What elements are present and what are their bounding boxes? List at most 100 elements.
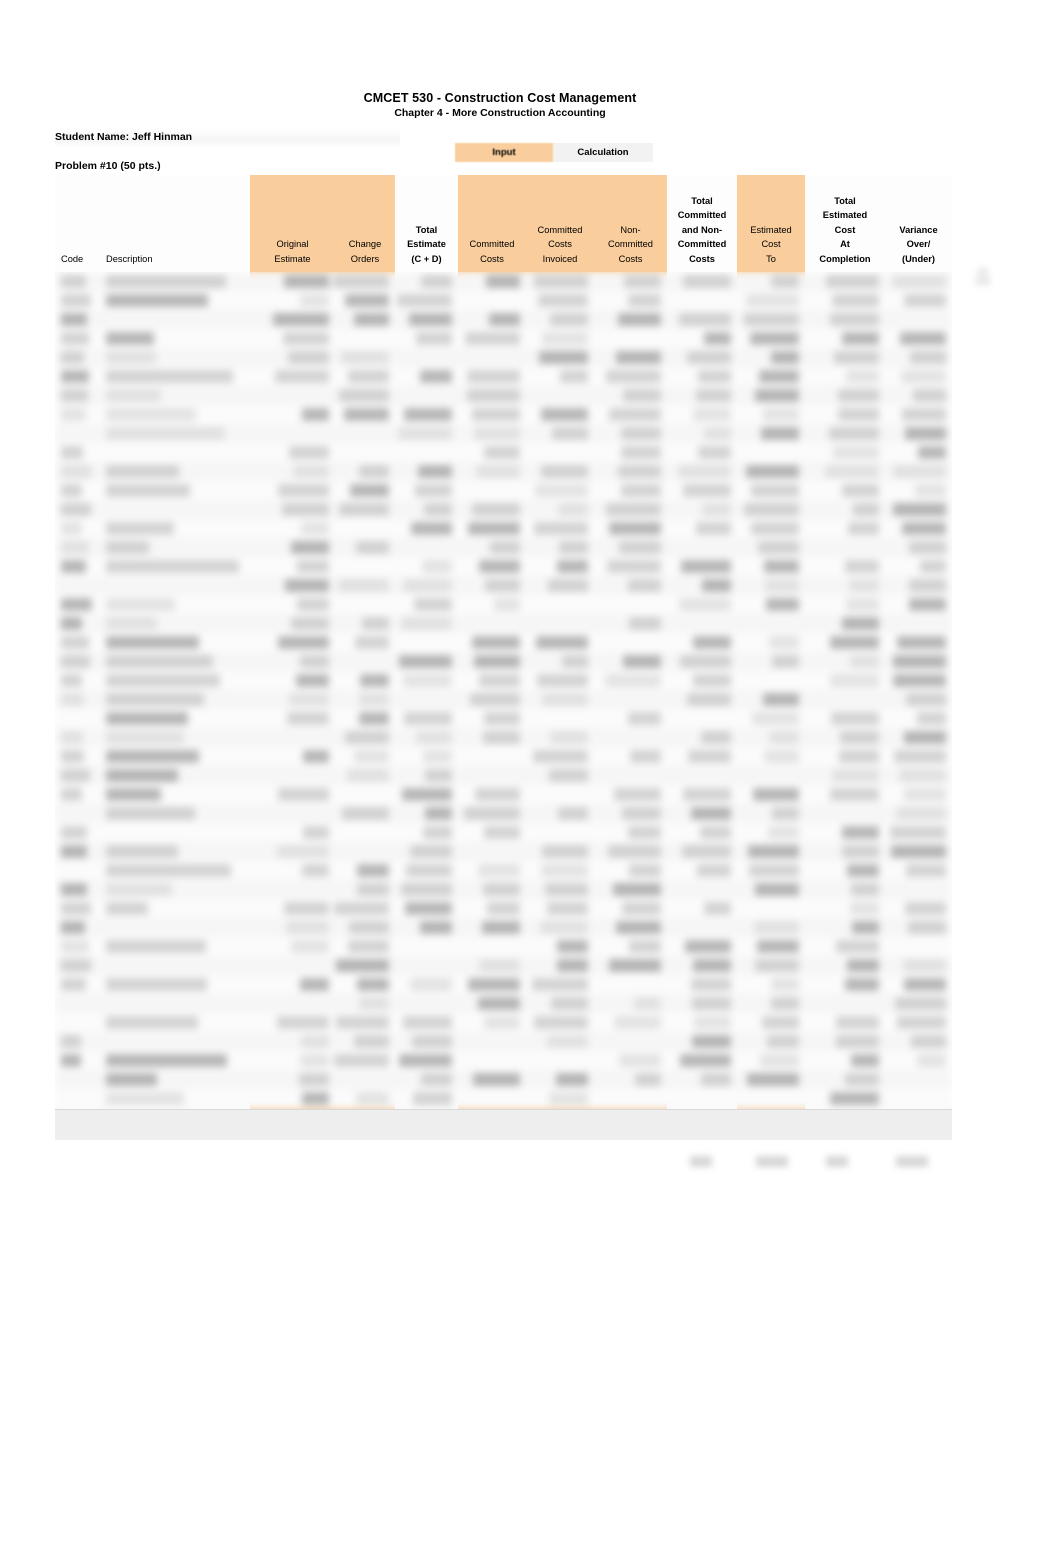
table-cell-non_committed[interactable] <box>613 883 661 896</box>
table-cell-estimated_cost_to[interactable] <box>765 579 799 592</box>
table-cell-original_estimate[interactable] <box>301 1092 329 1105</box>
table-cell-committed_invoiced[interactable] <box>541 845 588 858</box>
table-cell-variance[interactable] <box>892 275 946 288</box>
table-row[interactable] <box>55 1032 952 1052</box>
table-cell-code[interactable] <box>61 484 83 497</box>
table-cell-total_at_complete[interactable] <box>832 446 879 459</box>
table-cell-total_committed[interactable] <box>703 427 731 440</box>
table-row[interactable] <box>55 310 952 330</box>
table-cell-estimated_cost_to[interactable] <box>753 921 799 934</box>
table-cell-original_estimate[interactable] <box>288 446 329 459</box>
table-cell-total_at_complete[interactable] <box>836 1035 879 1048</box>
table-cell-committed_costs[interactable] <box>483 826 520 839</box>
table-cell-committed_costs[interactable] <box>467 978 520 991</box>
table-cell-total_committed[interactable] <box>680 1054 731 1067</box>
table-cell-total_committed[interactable] <box>694 1016 731 1029</box>
table-cell-code[interactable] <box>61 883 87 896</box>
table-cell-variance[interactable] <box>893 465 946 478</box>
table-cell-description[interactable] <box>106 750 199 763</box>
table-cell-total_at_complete[interactable] <box>834 351 879 364</box>
table-cell-total_at_complete[interactable] <box>829 427 879 440</box>
table-cell-original_estimate[interactable] <box>275 370 329 383</box>
table-cell-change_orders[interactable] <box>334 1054 389 1067</box>
table-cell-change_orders[interactable] <box>346 769 389 782</box>
table-cell-variance[interactable] <box>912 389 946 402</box>
table-cell-total_committed[interactable] <box>681 560 731 573</box>
table-cell-total_committed[interactable] <box>678 313 731 326</box>
table-cell-change_orders[interactable] <box>360 674 389 687</box>
table-cell-committed_invoiced[interactable] <box>549 1092 588 1105</box>
table-cell-committed_costs[interactable] <box>479 674 520 687</box>
table-cell-total_estimate[interactable] <box>409 978 452 991</box>
table-cell-original_estimate[interactable] <box>296 598 329 611</box>
table-cell-committed_costs[interactable] <box>467 522 520 535</box>
table-cell-description[interactable] <box>106 275 227 288</box>
table-cell-estimated_cost_to[interactable] <box>750 484 799 497</box>
table-cell-total_at_complete[interactable] <box>845 560 879 573</box>
table-cell-variance[interactable] <box>903 959 946 972</box>
table-row[interactable] <box>55 424 952 444</box>
table-cell-code[interactable] <box>61 503 92 516</box>
table-cell-original_estimate[interactable] <box>276 1016 329 1029</box>
table-cell-change_orders[interactable] <box>338 389 389 402</box>
table-cell-description[interactable] <box>106 902 148 915</box>
table-cell-total_estimate[interactable] <box>408 313 452 326</box>
table-cell-total_estimate[interactable] <box>410 845 452 858</box>
table-cell-code[interactable] <box>61 674 83 687</box>
table-cell-committed_invoiced[interactable] <box>536 674 588 687</box>
table-cell-total_at_complete[interactable] <box>847 959 879 972</box>
table-cell-variance[interactable] <box>904 902 946 915</box>
table-cell-committed_invoiced[interactable] <box>541 864 588 877</box>
table-cell-total_estimate[interactable] <box>403 712 452 725</box>
table-cell-total_at_complete[interactable] <box>829 674 879 687</box>
table-cell-variance[interactable] <box>911 1035 946 1048</box>
table-cell-committed_costs[interactable] <box>493 598 520 611</box>
table-cell-code[interactable] <box>61 617 83 630</box>
table-row[interactable] <box>55 329 952 349</box>
table-cell-original_estimate[interactable] <box>299 1073 329 1086</box>
cost-control-worksheet[interactable]: Code Description Original Estimate Change Ord… <box>55 175 952 1140</box>
table-cell-estimated_cost_to[interactable] <box>762 408 799 421</box>
table-cell-non_committed[interactable] <box>623 655 661 668</box>
table-cell-estimated_cost_to[interactable] <box>759 1054 799 1067</box>
table-cell-estimated_cost_to[interactable] <box>772 655 799 668</box>
table-cell-description[interactable] <box>106 731 184 744</box>
table-cell-estimated_cost_to[interactable] <box>770 997 799 1010</box>
table-cell-code[interactable] <box>61 845 88 858</box>
table-cell-non_committed[interactable] <box>629 750 661 763</box>
table-cell-variance[interactable] <box>900 332 946 345</box>
table-cell-variance[interactable] <box>919 560 946 573</box>
table-cell-non_committed[interactable] <box>629 864 661 877</box>
table-cell-description[interactable] <box>106 636 199 649</box>
table-row[interactable] <box>55 1089 952 1109</box>
table-cell-non_committed[interactable] <box>615 351 661 364</box>
table-cell-committed_invoiced[interactable] <box>532 750 588 763</box>
table-cell-estimated_cost_to[interactable] <box>767 1035 799 1048</box>
table-cell-estimated_cost_to[interactable] <box>750 522 799 535</box>
table-cell-committed_invoiced[interactable] <box>557 940 588 953</box>
table-cell-total_committed[interactable] <box>704 332 731 345</box>
table-cell-change_orders[interactable] <box>350 484 389 497</box>
table-cell-total_committed[interactable] <box>688 750 731 763</box>
table-cell-non_committed[interactable] <box>634 997 661 1010</box>
table-cell-change_orders[interactable] <box>358 997 389 1010</box>
table-cell-change_orders[interactable] <box>353 313 389 326</box>
table-cell-committed_invoiced[interactable] <box>551 427 588 440</box>
table-cell-description[interactable] <box>106 1054 228 1067</box>
table-cell-total_committed[interactable] <box>690 807 731 820</box>
table-cell-original_estimate[interactable] <box>286 921 329 934</box>
table-cell-non_committed[interactable] <box>620 484 661 497</box>
table-cell-estimated_cost_to[interactable] <box>746 465 799 478</box>
table-cell-description[interactable] <box>106 617 158 630</box>
table-cell-estimated_cost_to[interactable] <box>764 560 799 573</box>
table-cell-variance[interactable] <box>890 826 946 839</box>
table-cell-committed_invoiced[interactable] <box>532 978 588 991</box>
table-cell-committed_invoiced[interactable] <box>559 541 588 554</box>
table-cell-estimated_cost_to[interactable] <box>754 389 799 402</box>
table-cell-non_committed[interactable] <box>623 275 661 288</box>
table-cell-change_orders[interactable] <box>341 807 389 820</box>
table-cell-non_committed[interactable] <box>622 902 661 915</box>
table-cell-total_at_complete[interactable] <box>849 655 879 668</box>
table-cell-non_committed[interactable] <box>628 579 661 592</box>
table-cell-estimated_cost_to[interactable] <box>763 750 799 763</box>
